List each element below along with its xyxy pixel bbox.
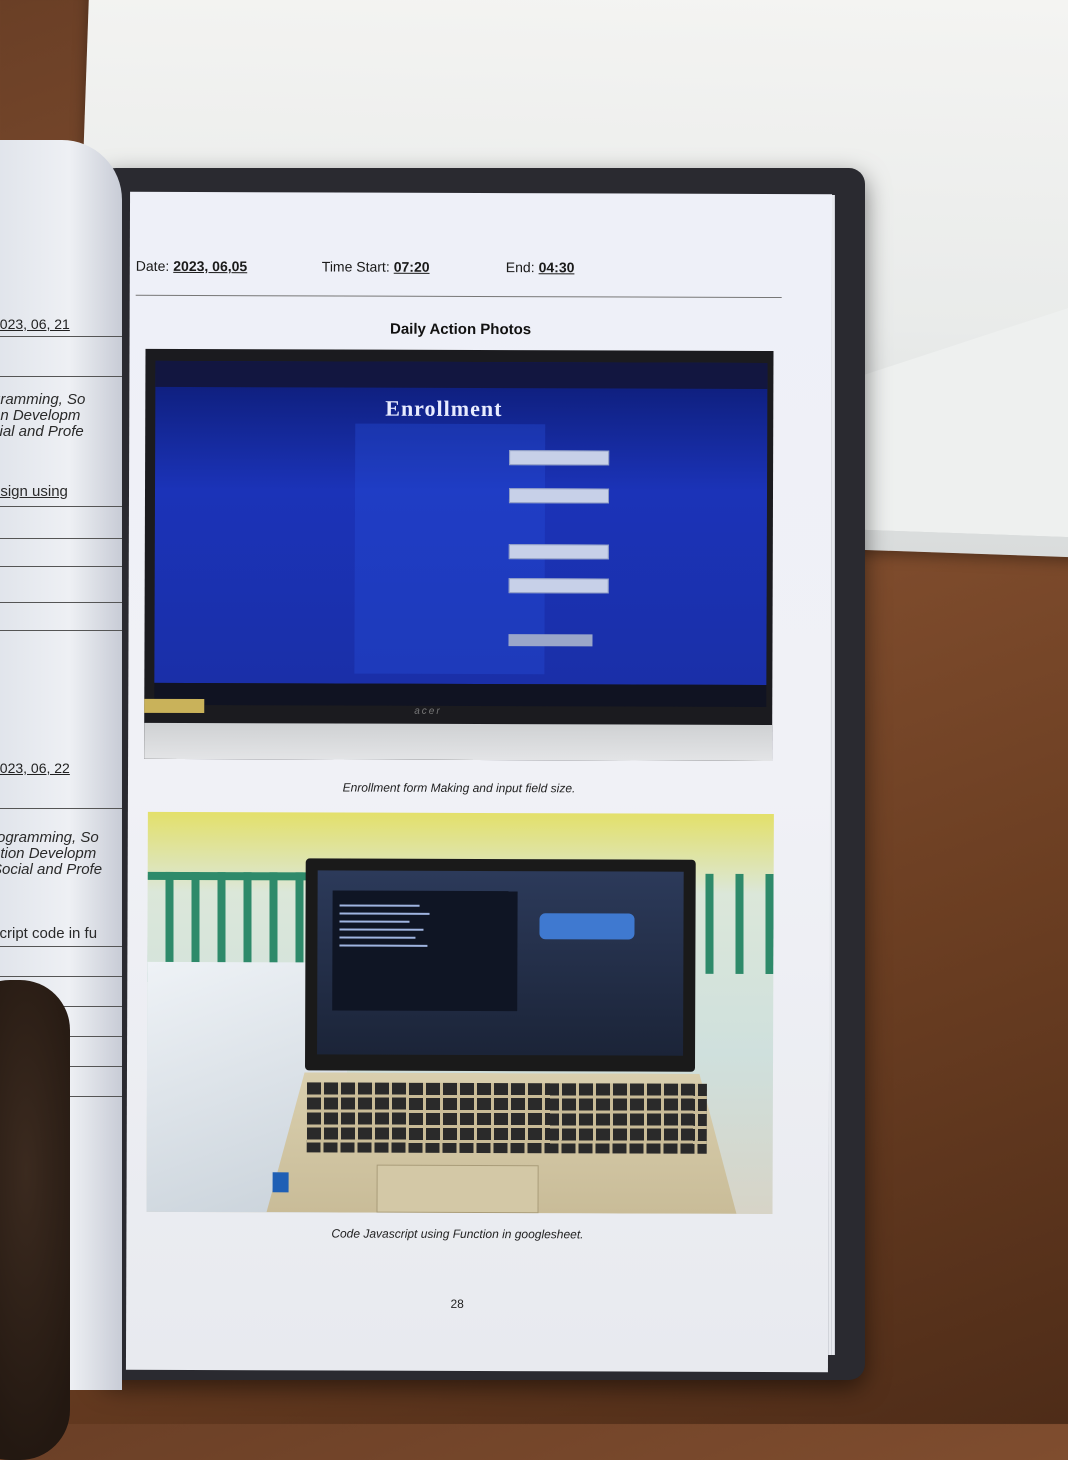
left-page-text: on Developm <box>0 407 81 424</box>
touchpad <box>376 1164 539 1214</box>
form-field <box>508 544 609 560</box>
left-page-text: Social and Profe <box>0 861 103 878</box>
left-page-rule <box>0 566 122 567</box>
left-page-date-1: 2023, 06, 21 <box>0 316 70 332</box>
time-start-field: Time Start: 07:20 <box>322 258 430 274</box>
video-card <box>539 913 635 940</box>
left-page-text: cial and Profe <box>0 423 84 440</box>
left-page-rule <box>0 808 122 809</box>
code-line <box>339 920 410 923</box>
left-page-rule <box>0 602 122 603</box>
form-field <box>508 488 610 504</box>
left-page-rule <box>0 336 122 337</box>
windows-taskbar <box>154 682 767 708</box>
left-page-rule <box>0 376 122 377</box>
code-line <box>339 936 416 939</box>
left-page-rule <box>0 976 122 977</box>
photo-enrollment-form: Enrollment acer <box>144 348 774 762</box>
caption-2: Code Javascript using Function in google… <box>331 1226 584 1242</box>
time-start-label: Time Start: <box>321 258 390 275</box>
time-start-value: 07:20 <box>393 258 430 275</box>
left-page-text: esign using <box>0 483 68 500</box>
end-value: 04:30 <box>538 259 575 276</box>
left-page-rule <box>0 946 122 947</box>
code-line <box>339 904 420 907</box>
enrollment-heading: Enrollment <box>385 395 503 422</box>
date-label: Date: <box>135 257 170 274</box>
left-page-rule <box>0 506 122 507</box>
intel-sticker <box>272 1172 289 1193</box>
photo-laptop-code <box>146 811 774 1215</box>
monitor-screen: Enrollment <box>154 360 768 686</box>
form-submit-button <box>508 634 593 647</box>
desk-surface <box>144 722 773 762</box>
browser-tab-bar <box>155 360 768 390</box>
form-field <box>508 578 609 594</box>
page-title: Daily Action Photos <box>389 320 532 339</box>
code-line <box>339 928 424 931</box>
caption-1: Enrollment form Making and input field s… <box>342 780 576 796</box>
left-page-text: ation Developm <box>0 845 97 862</box>
monitor-sticker <box>144 698 205 714</box>
keyboard-rows <box>306 1082 707 1154</box>
page-number: 28 <box>450 1296 464 1311</box>
left-page-date-2: 2023, 06, 22 <box>0 760 70 776</box>
code-editor <box>332 890 518 1012</box>
left-page-rule <box>0 630 122 631</box>
header-divider <box>135 294 782 299</box>
document-page: Date: 2023, 06,05 Time Start: 07:20 End: 04… <box>125 191 833 1373</box>
hand <box>0 980 70 1460</box>
left-page-text: script code in fu <box>0 925 98 942</box>
code-line <box>339 944 428 947</box>
end-field: End: 04:30 <box>506 259 575 275</box>
end-label: End: <box>505 259 535 276</box>
code-line <box>339 912 430 915</box>
form-field <box>509 450 610 466</box>
date-value: 2023, 06,05 <box>173 257 248 275</box>
left-page-rule <box>0 538 122 539</box>
acer-logo: acer <box>414 705 442 717</box>
railing <box>683 873 774 975</box>
left-page-text: gramming, So <box>0 391 86 408</box>
date-field: Date: 2023, 06,05 <box>136 258 247 274</box>
left-page-text: rogramming, So <box>0 829 99 846</box>
